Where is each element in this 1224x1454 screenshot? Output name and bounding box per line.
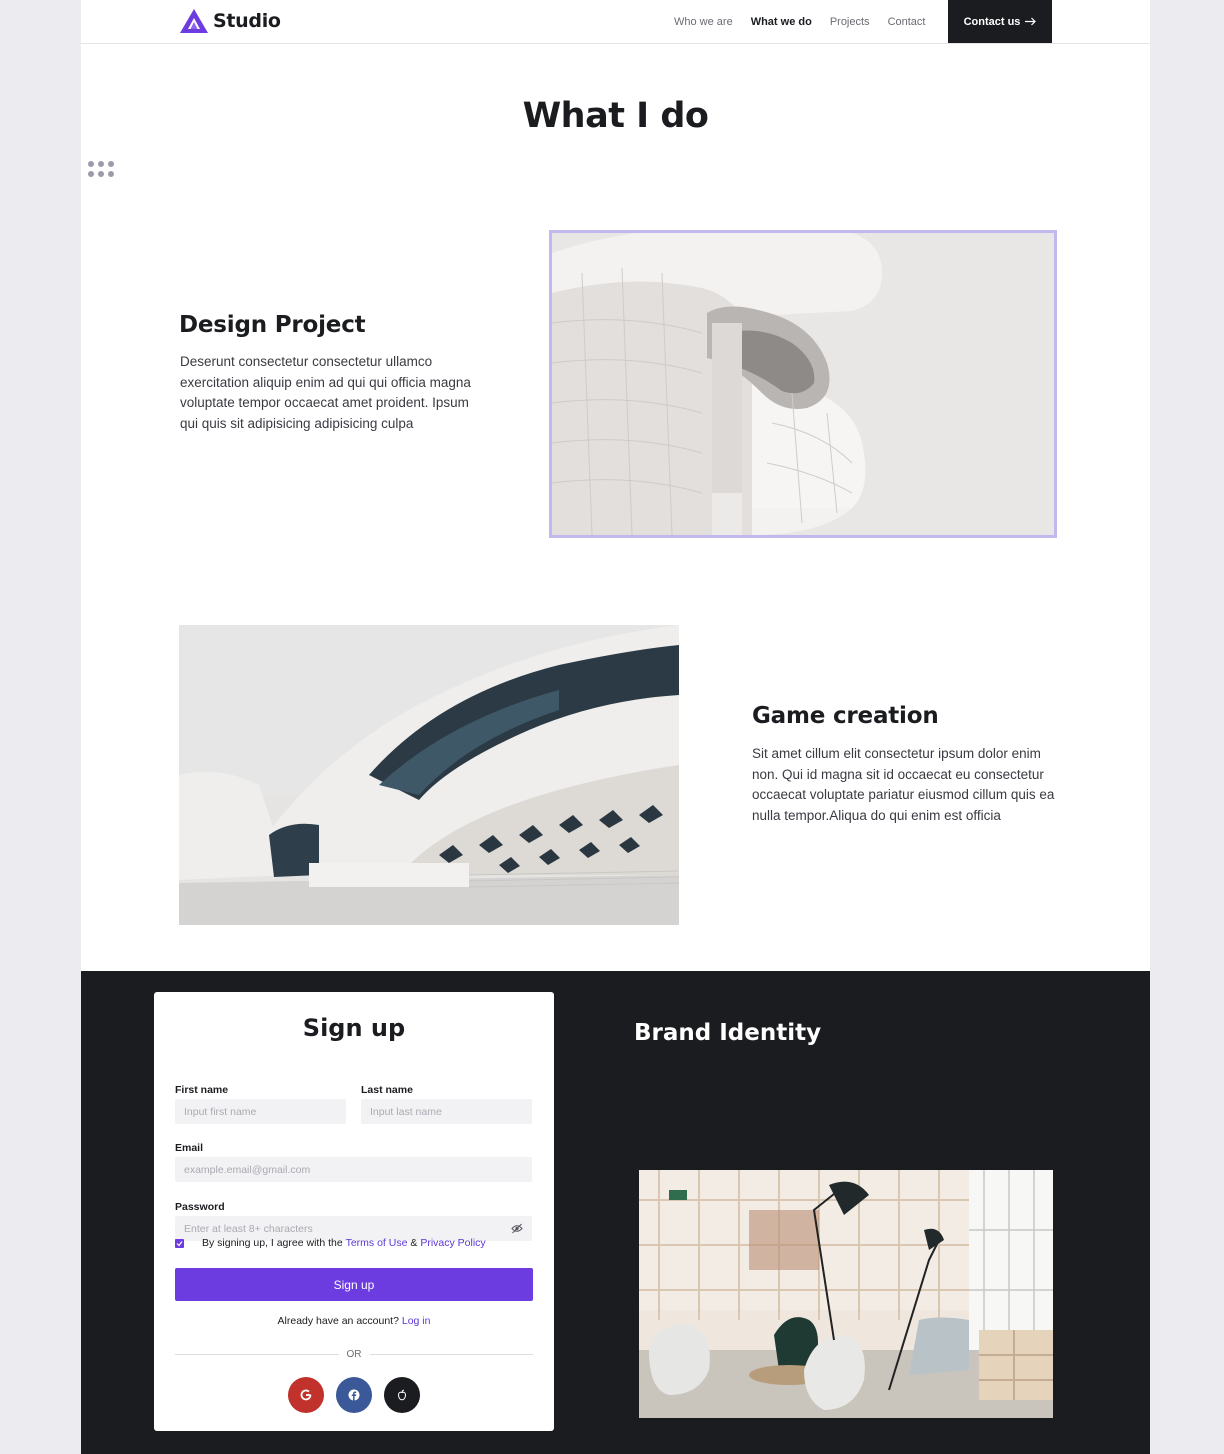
facebook-login-button[interactable] xyxy=(336,1377,372,1413)
eye-off-icon[interactable] xyxy=(511,1223,523,1234)
logo[interactable]: Studio xyxy=(179,8,281,34)
game-creation-image xyxy=(179,625,679,925)
google-icon xyxy=(300,1389,312,1401)
drag-handle-icon[interactable] xyxy=(88,161,116,179)
facebook-icon xyxy=(348,1389,360,1401)
nav-who-we-are[interactable]: Who we are xyxy=(674,16,733,28)
last-name-input[interactable] xyxy=(370,1099,532,1124)
terms-checkbox[interactable] xyxy=(175,1238,184,1248)
dark-section: Sign up First name Last name Email Passw… xyxy=(81,971,1150,1454)
design-project-image xyxy=(549,230,1057,538)
main-nav: Who we are What we do Projects Contact xyxy=(674,0,925,43)
agree-text: By signing up, I agree with the xyxy=(202,1237,343,1249)
first-name-label: First name xyxy=(175,1084,229,1096)
email-field[interactable] xyxy=(175,1157,532,1182)
architecture-curves-image xyxy=(552,233,1054,535)
password-label: Password xyxy=(175,1201,225,1213)
logo-icon xyxy=(180,9,208,33)
ampersand-text: & xyxy=(410,1237,418,1249)
page: Studio Who we are What we do Projects Co… xyxy=(81,0,1150,1454)
nav-projects[interactable]: Projects xyxy=(830,16,870,28)
signup-card: Sign up First name Last name Email Passw… xyxy=(154,992,554,1431)
apple-login-button[interactable] xyxy=(384,1377,420,1413)
google-login-button[interactable] xyxy=(288,1377,324,1413)
section-title: What I do xyxy=(522,96,709,136)
email-input[interactable] xyxy=(184,1157,532,1182)
logo-text: Studio xyxy=(213,10,281,32)
brand-identity-image xyxy=(639,1170,1053,1418)
divider-line-left xyxy=(175,1353,339,1355)
or-text: OR xyxy=(346,1348,362,1360)
first-name-input[interactable] xyxy=(184,1099,346,1124)
nav-what-we-do[interactable]: What we do xyxy=(751,16,812,28)
terms-of-use-link[interactable]: Terms of Use xyxy=(346,1237,408,1249)
architecture-building-image xyxy=(179,625,679,925)
last-name-field[interactable] xyxy=(361,1099,532,1124)
brand-identity-title: Brand Identity xyxy=(634,1020,822,1046)
feature-title-design-project: Design Project xyxy=(179,312,366,338)
feature-text-game-creation: Sit amet cillum elit consectetur ipsum d… xyxy=(752,746,1055,824)
contact-us-button[interactable]: Contact us xyxy=(948,0,1052,43)
signup-title: Sign up xyxy=(302,1014,406,1042)
last-name-label: Last name xyxy=(361,1084,413,1096)
nav-contact[interactable]: Contact xyxy=(888,16,926,28)
feature-title-game-creation: Game creation xyxy=(752,703,939,729)
privacy-policy-link[interactable]: Privacy Policy xyxy=(420,1237,485,1249)
arrow-right-icon xyxy=(1025,17,1037,26)
social-login xyxy=(154,1377,554,1413)
contact-us-label: Contact us xyxy=(963,15,1021,28)
header: Studio Who we are What we do Projects Co… xyxy=(81,0,1150,44)
email-label: Email xyxy=(175,1142,204,1154)
divider-line-right xyxy=(369,1353,533,1355)
check-icon xyxy=(176,1240,183,1246)
signup-button[interactable]: Sign up xyxy=(175,1268,533,1301)
have-account-text: Already have an account? xyxy=(277,1315,399,1327)
login-prompt: Already have an account? Log in xyxy=(154,1315,554,1327)
apple-icon xyxy=(397,1389,407,1401)
terms-agreement: By signing up, I agree with the Terms of… xyxy=(175,1237,486,1249)
first-name-field[interactable] xyxy=(175,1099,346,1124)
feature-text-design-project: Deserunt consectetur consectetur ullamco… xyxy=(180,354,471,432)
or-divider: OR xyxy=(175,1348,533,1360)
interior-office-image xyxy=(639,1170,1053,1418)
login-link[interactable]: Log in xyxy=(402,1315,431,1327)
